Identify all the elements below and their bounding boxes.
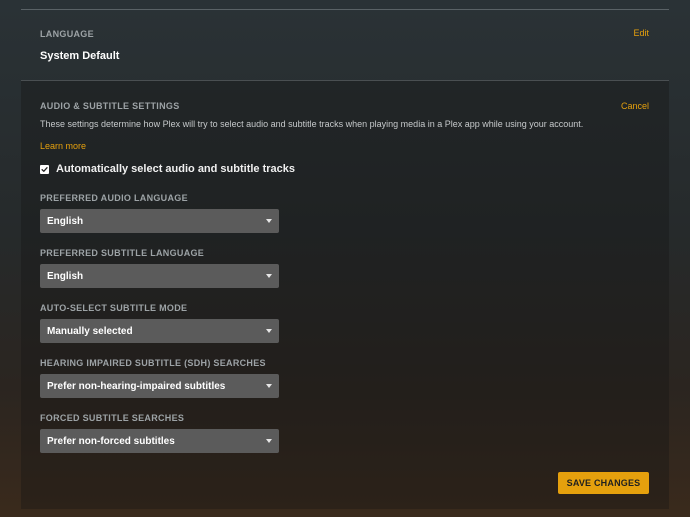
auto-select-row: Automatically select audio and subtitle … <box>40 163 295 175</box>
caret-down-icon <box>266 329 272 333</box>
hearing-impaired-searches-label: HEARING IMPAIRED SUBTITLE (SDH) SEARCHES <box>40 358 266 368</box>
language-value: System Default <box>40 50 120 62</box>
forced-subtitle-searches-label: FORCED SUBTITLE SEARCHES <box>40 413 185 423</box>
learn-more-link[interactable]: Learn more <box>40 141 86 151</box>
preferred-audio-language-select[interactable]: English <box>40 209 279 233</box>
checkmark-icon <box>41 166 48 172</box>
language-label: LANGUAGE <box>40 29 94 39</box>
forced-subtitle-searches-select[interactable]: Prefer non-forced subtitles <box>40 429 279 453</box>
audio-subtitle-settings-panel: AUDIO & SUBTITLE SETTINGS Cancel These s… <box>21 80 669 509</box>
save-changes-button[interactable]: SAVE CHANGES <box>558 472 649 494</box>
select-value: English <box>47 215 84 227</box>
select-value: English <box>47 270 84 282</box>
select-value: Manually selected <box>47 325 133 337</box>
hearing-impaired-searches-select[interactable]: Prefer non-hearing-impaired subtitles <box>40 374 279 398</box>
auto-select-checkbox[interactable] <box>40 164 49 174</box>
caret-down-icon <box>266 274 272 278</box>
select-value: Prefer non-forced subtitles <box>47 435 175 447</box>
auto-select-subtitle-mode-label: AUTO-SELECT SUBTITLE MODE <box>40 303 188 313</box>
auto-select-subtitle-mode-select[interactable]: Manually selected <box>40 319 279 343</box>
select-value: Prefer non-hearing-impaired subtitles <box>47 380 226 392</box>
edit-language-link[interactable]: Edit <box>633 28 649 38</box>
auto-select-label: Automatically select audio and subtitle … <box>56 163 296 175</box>
caret-down-icon <box>266 384 272 388</box>
preferred-audio-language-label: PREFERRED AUDIO LANGUAGE <box>40 193 188 203</box>
caret-down-icon <box>266 219 272 223</box>
cancel-link[interactable]: Cancel <box>621 101 649 111</box>
preferred-subtitle-language-label: PREFERRED SUBTITLE LANGUAGE <box>40 248 205 258</box>
audio-subtitle-settings-label: AUDIO & SUBTITLE SETTINGS <box>40 101 180 111</box>
preferred-subtitle-language-select[interactable]: English <box>40 264 279 288</box>
language-section: LANGUAGE System Default Edit <box>21 10 669 80</box>
caret-down-icon <box>266 439 272 443</box>
settings-description: These settings determine how Plex will t… <box>40 119 584 129</box>
